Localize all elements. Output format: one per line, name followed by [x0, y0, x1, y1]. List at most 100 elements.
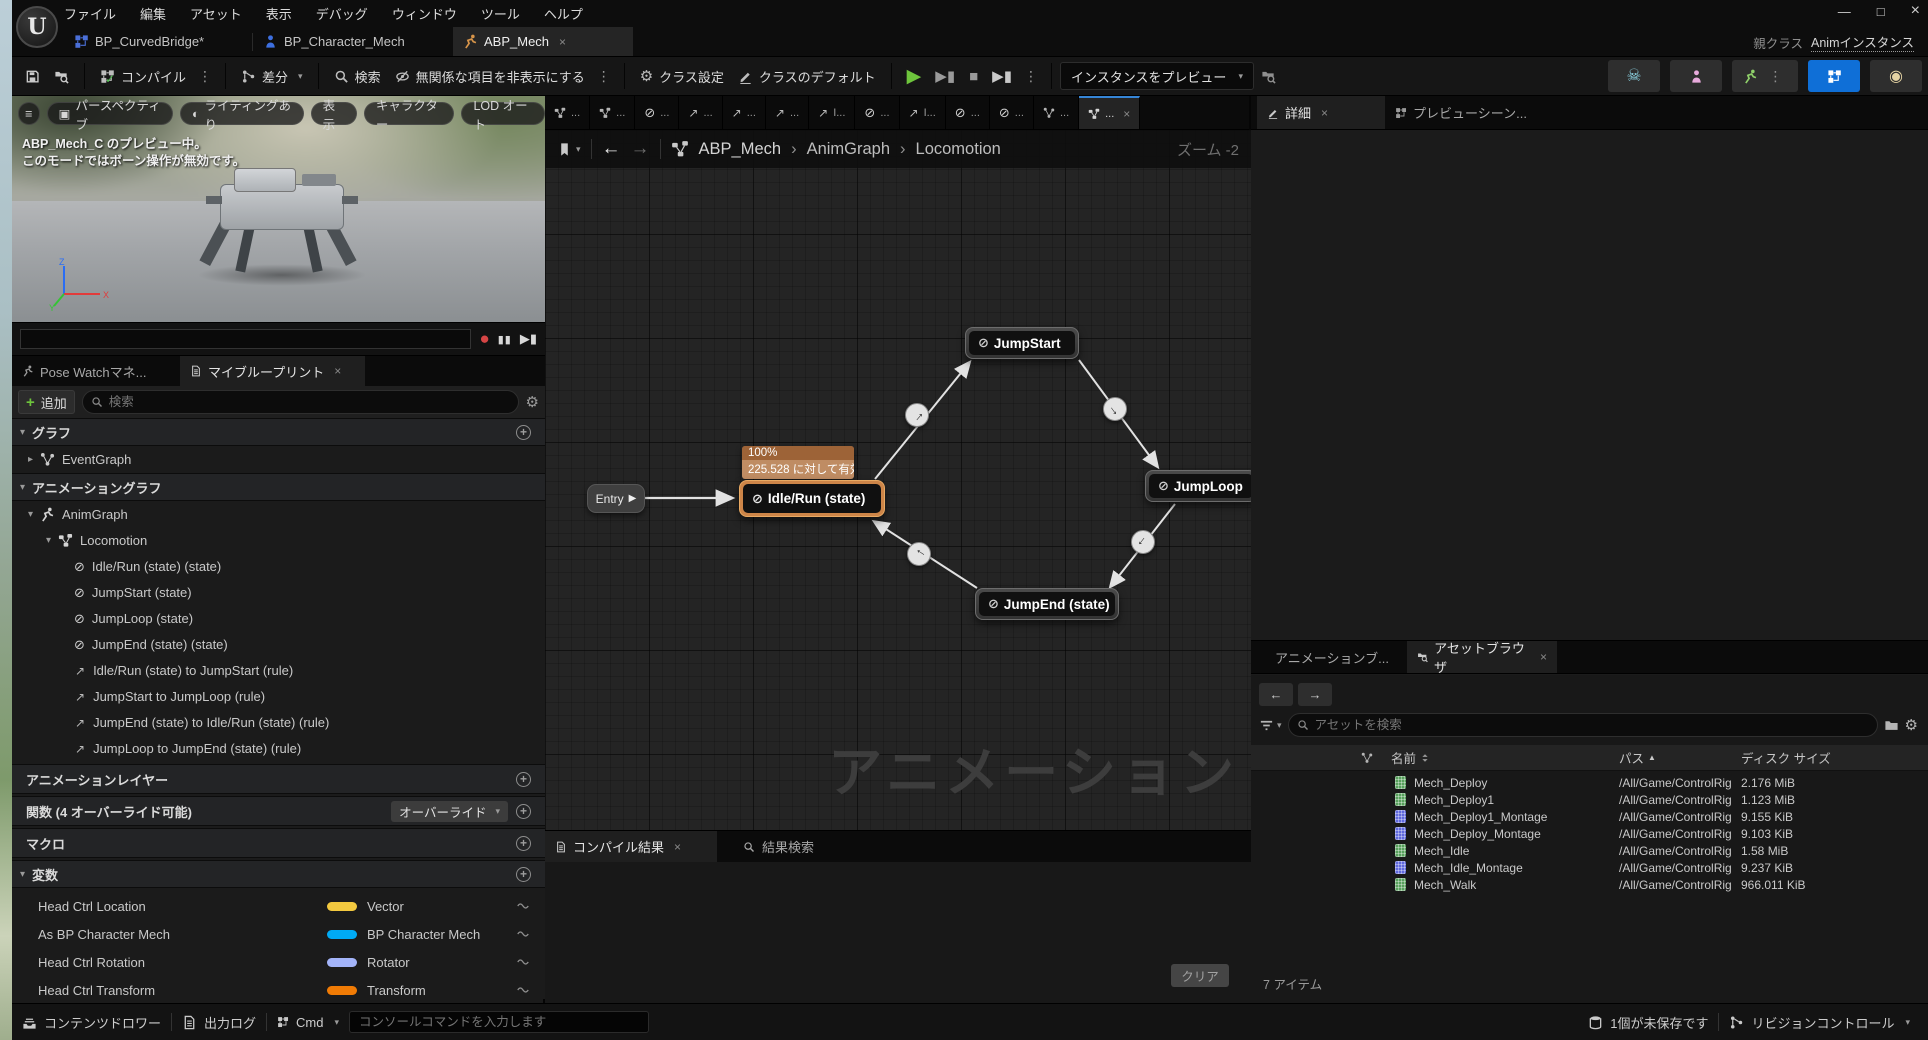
mode-physics-button[interactable]: ◉: [1870, 60, 1922, 92]
settings-gear-icon[interactable]: ⚙: [526, 393, 539, 411]
eject-button[interactable]: ▶▮: [985, 67, 1019, 85]
save-button[interactable]: [18, 61, 47, 91]
asset-row[interactable]: Mech_Walk/All/Game/ControlRig 966.011 KiB: [1251, 876, 1928, 893]
state-node-jumpend[interactable]: ⊘ JumpEnd (state): [975, 588, 1119, 620]
perspective-dropdown[interactable]: ▣ パースペクティブ: [46, 99, 173, 132]
doc-tab-active[interactable]: ... ×: [1079, 96, 1141, 129]
timeline-scrubber[interactable]: [20, 329, 472, 349]
record-button[interactable]: ●: [479, 329, 489, 349]
tree-item-state-jumpend[interactable]: ⊘ JumpEnd (state) (state): [12, 632, 545, 657]
doc-tab[interactable]: ↗...: [766, 96, 810, 129]
asset-nav-back-button[interactable]: ←: [1259, 683, 1293, 706]
content-drawer-button[interactable]: コンテンツドロワー: [12, 1004, 171, 1040]
play-button[interactable]: ▶: [900, 65, 929, 88]
add-function-icon[interactable]: +: [516, 803, 531, 819]
pose-watch-wave-icon[interactable]: [517, 956, 529, 968]
animation-mode-kebab-icon[interactable]: ⋮: [1764, 68, 1788, 85]
asset-row[interactable]: Mech_Deploy/All/Game/ControlRig 2.176 MiB: [1251, 774, 1928, 791]
doc-tab[interactable]: ⊘...: [855, 96, 900, 129]
hide-unrelated-button[interactable]: 無関係な項目を非表示にする: [388, 61, 592, 91]
mode-skeleton-button[interactable]: ☠: [1608, 60, 1660, 92]
revision-column-icon[interactable]: [1361, 752, 1373, 764]
state-node-jumploop[interactable]: ⊘ JumpLoop: [1145, 470, 1251, 502]
pose-watch-wave-icon[interactable]: [517, 984, 529, 996]
tab-close-icon[interactable]: ×: [1540, 650, 1547, 664]
preview-viewport[interactable]: ≡ ▣ パースペクティブ ◐ ライティングあり 表示 キャラクター LOD オート …: [12, 96, 545, 322]
transition-rule-idle-to-jumpstart[interactable]: →: [905, 403, 929, 427]
debug-filter-button[interactable]: [1254, 61, 1283, 91]
tab-compile-results[interactable]: コンパイル結果 ×: [545, 831, 717, 862]
find-results-tab[interactable]: 結果検索: [743, 837, 814, 856]
tab-animation-blueprint[interactable]: アニメーションブ...: [1265, 641, 1407, 673]
asset-row[interactable]: Mech_Deploy1_Montage/All/Game/ControlRig…: [1251, 808, 1928, 825]
menu-asset[interactable]: アセット: [190, 4, 242, 23]
stop-button[interactable]: ■: [962, 68, 985, 85]
tab-close-icon[interactable]: ×: [559, 35, 566, 49]
frame-skip-button[interactable]: ▶▮: [928, 67, 962, 85]
browse-to-asset-button[interactable]: [47, 61, 76, 91]
variable-row[interactable]: Head Ctrl Transform Transform: [12, 976, 545, 999]
menu-window[interactable]: ウィンドウ: [392, 4, 457, 23]
entry-output-pin-icon[interactable]: ▶: [629, 493, 637, 504]
minimize-button[interactable]: —: [1838, 4, 1851, 19]
tab-close-icon[interactable]: ×: [1321, 106, 1328, 120]
variable-row[interactable]: As BP Character Mech BP Character Mech: [12, 920, 545, 948]
asset-settings-gear-icon[interactable]: ⚙: [1905, 716, 1918, 734]
transition-rule-jumploop-to-jumpend[interactable]: →: [1131, 530, 1155, 554]
asset-row[interactable]: Mech_Deploy1/All/Game/ControlRig 1.123 Mi…: [1251, 791, 1928, 808]
doc-tab[interactable]: ↗ I...: [809, 96, 856, 129]
tab-asset-browser[interactable]: アセットブラウザ ×: [1407, 641, 1557, 675]
mode-animation-button[interactable]: ⋮: [1732, 60, 1798, 92]
tab-my-blueprint[interactable]: マイブループリント ×: [180, 356, 365, 386]
tab-pose-watch[interactable]: Pose Watchマネ...: [12, 356, 180, 386]
find-button[interactable]: 検索: [327, 61, 388, 91]
tree-item-state-jumpstart[interactable]: ⊘ JumpStart (state): [12, 580, 545, 605]
state-machine-graph-canvas[interactable]: ▾ ← → ABP_Mech › AnimGraph › Locomotion …: [545, 130, 1251, 830]
add-button[interactable]: + 追加: [18, 390, 75, 414]
tree-item-rule-idle-to-jumpstart[interactable]: ↗ Idle/Run (state) to JumpStart (rule): [12, 658, 545, 683]
tab-details[interactable]: 詳細 ×: [1257, 96, 1385, 129]
doc-tab[interactable]: ...: [590, 96, 636, 129]
menu-help[interactable]: ヘルプ: [544, 4, 583, 23]
revision-control-button[interactable]: リビジョンコントロール ▾: [1719, 1004, 1920, 1040]
add-macro-icon[interactable]: +: [516, 835, 531, 851]
unsaved-assets-button[interactable]: 1個が未保存です: [1578, 1004, 1718, 1040]
step-forward-button[interactable]: ▶▮: [520, 331, 537, 347]
output-log-button[interactable]: 出力ログ: [172, 1004, 266, 1040]
section-macros[interactable]: マクロ +: [12, 828, 545, 858]
variable-row[interactable]: Head Ctrl Rotation Rotator: [12, 948, 545, 976]
menu-debug[interactable]: デバッグ: [316, 4, 368, 23]
tree-item-animgraph[interactable]: ▾ AnimGraph: [12, 502, 545, 527]
menu-tools[interactable]: ツール: [481, 4, 520, 23]
hide-unrelated-kebab-icon[interactable]: ⋮: [592, 68, 616, 85]
diff-button[interactable]: 差分 ▾: [234, 61, 310, 91]
entry-node[interactable]: Entry ▶: [587, 484, 645, 513]
play-options-kebab-icon[interactable]: ⋮: [1019, 68, 1043, 85]
class-settings-button[interactable]: ⚙ クラス設定: [633, 61, 731, 91]
variable-row[interactable]: Head Ctrl Location Vector: [12, 892, 545, 920]
cmd-dropdown[interactable]: Cmd ▾: [267, 1004, 349, 1040]
state-node-idle-run[interactable]: ⊘ Idle/Run (state): [739, 480, 885, 517]
preview-instance-dropdown[interactable]: インスタンスをプレビュー ▾: [1059, 62, 1254, 90]
menu-view[interactable]: 表示: [266, 4, 292, 23]
add-graph-icon[interactable]: +: [516, 424, 531, 440]
lit-mode-dropdown[interactable]: ◐ ライティングあり: [179, 99, 304, 132]
asset-row[interactable]: Mech_Idle_Montage/All/Game/ControlRig 9.2…: [1251, 859, 1928, 876]
maximize-button[interactable]: □: [1877, 4, 1885, 19]
tree-item-locomotion[interactable]: ▾ Locomotion: [12, 528, 545, 553]
tree-item-rule-jumpend-to-idle[interactable]: ↗ JumpEnd (state) to Idle/Run (state) (ru…: [12, 710, 545, 735]
filter-funnel-icon[interactable]: [1259, 718, 1274, 733]
asset-row[interactable]: Mech_Deploy_Montage/All/Game/ControlRig 9…: [1251, 825, 1928, 842]
close-button[interactable]: ×: [1911, 2, 1920, 20]
doc-tab[interactable]: ⊘...: [946, 96, 990, 129]
unreal-logo[interactable]: U: [16, 6, 58, 48]
add-variable-icon[interactable]: +: [516, 866, 531, 882]
pose-watch-wave-icon[interactable]: [517, 900, 529, 912]
lod-dropdown[interactable]: LOD オート: [461, 99, 545, 132]
console-command-input[interactable]: [349, 1011, 650, 1033]
doc-tab[interactable]: ↗...: [723, 96, 766, 129]
transition-rule-jumpstart-to-jumploop[interactable]: →: [1103, 397, 1127, 421]
pose-watch-wave-icon[interactable]: [517, 928, 529, 940]
section-anim-graphs[interactable]: ▾ アニメーショングラフ: [12, 473, 545, 501]
menu-file[interactable]: ファイル: [64, 4, 116, 23]
